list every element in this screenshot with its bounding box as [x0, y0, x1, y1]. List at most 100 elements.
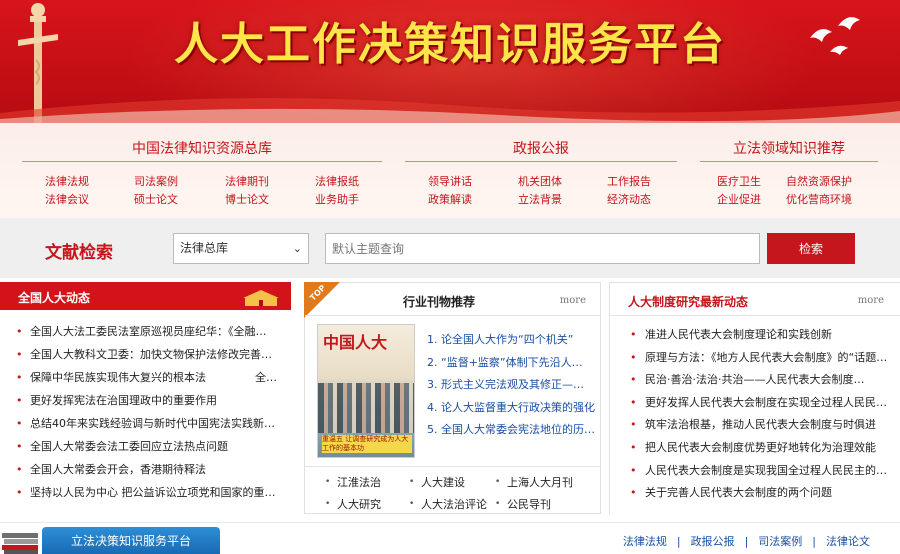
list-item[interactable]: • 全国人大教科文卫委：加快文物保护法修改完善… [0, 343, 291, 366]
journals-more-link[interactable]: more [560, 295, 586, 306]
bullet-icon: • [325, 477, 331, 487]
nav-link-leader-speeches[interactable]: 领导讲话 [428, 173, 472, 189]
journal-article-link[interactable]: 2. “监督+监察”体制下先沿人… [427, 352, 597, 375]
journal-link[interactable]: 公民导刊 [507, 496, 551, 512]
nav-link-master-theses[interactable]: 硕士论文 [134, 191, 178, 207]
bullet-icon: • [16, 486, 23, 499]
magazine-cover[interactable]: 中国人大 重温五 让调查研究成为人大工作的基本功 [317, 324, 415, 458]
nav-heading-recommend[interactable]: 立法领域知识推荐 [700, 138, 878, 158]
list-item[interactable]: • 筑牢法治根基，推动人民代表大会制度与时俱进 [610, 414, 900, 437]
bullet-icon: • [630, 486, 637, 500]
list-item[interactable]: • 全国人大常委会开会，香港期待释法 [0, 458, 291, 481]
journal-link[interactable]: 人大法治评论 [421, 496, 487, 512]
books-icon [2, 533, 38, 554]
separator: | [676, 535, 681, 548]
nav-link-assistant[interactable]: 业务助手 [315, 191, 359, 207]
nav-heading-law-library[interactable]: 中国法律知识资源总库 [22, 138, 382, 158]
footer-link-laws[interactable]: 法律法规 [623, 533, 667, 549]
nav-link-organizations[interactable]: 机关团体 [518, 173, 562, 189]
nav-link-healthcare[interactable]: 医疗卫生 [717, 173, 761, 189]
bullet-icon: • [16, 440, 23, 453]
search-input[interactable] [325, 233, 760, 264]
footer-links: 法律法规 | 政报公报 | 司法案例 | 法律论文 [623, 533, 870, 549]
npc-news-header: 全国人大动态 [0, 282, 291, 310]
nav-link-conferences[interactable]: 法律会议 [45, 191, 89, 207]
list-item[interactable]: • 准进人民代表大会制度理论和实践创新 [610, 324, 900, 347]
nav-link-newspapers[interactable]: 法律报纸 [315, 173, 359, 189]
journal-article-link[interactable]: 1. 论全国人大作为“四个机关” [427, 329, 597, 352]
nav-link-economy[interactable]: 经济动态 [607, 191, 651, 207]
list-item[interactable]: • 关于完善人民代表大会制度的两个问题 [610, 482, 900, 505]
divider [610, 315, 900, 316]
journal-link[interactable]: 人大建设 [421, 474, 465, 490]
nav-link-enterprise[interactable]: 企业促进 [717, 191, 761, 207]
nav-link-legislative-background[interactable]: 立法背景 [518, 191, 562, 207]
bullet-icon: • [16, 463, 23, 476]
journal-link[interactable]: 江淮法治 [337, 474, 381, 490]
journals-title: 行业刊物推荐 [403, 295, 476, 309]
database-select[interactable]: 法律总库 ⌄ [173, 233, 309, 264]
footer-link-gazettes[interactable]: 政报公报 [691, 533, 735, 549]
list-item[interactable]: • 把人民代表大会制度优势更好地转化为治理效能 [610, 437, 900, 460]
bullet-icon: • [16, 394, 23, 407]
journals-panel: TOP 行业刊物推荐 more 中国人大 重温五 让调查研究成为人大工作的基本功… [304, 282, 601, 514]
platform-tab[interactable]: 立法决策知识服务平台 [42, 527, 220, 554]
doves-icon [810, 17, 860, 55]
npc-research-panel: 人大制度研究最新动态 more • 准进人民代表大会制度理论和实践创新 • 原理与方… [609, 282, 900, 514]
list-item[interactable]: • 原理与方法：《地方人民代表大会制度》的“话题… [610, 347, 900, 370]
bullet-icon: • [16, 348, 23, 361]
journal-link[interactable]: 上海人大月刊 [507, 474, 573, 490]
npc-research-title: 人大制度研究最新动态 [628, 295, 749, 309]
bullet-icon: • [630, 395, 637, 409]
footer-link-papers[interactable]: 法律论文 [826, 533, 870, 549]
nav-column-gazettes: 政报公报 领导讲话 机关团体 工作报告 政策解读 立法背景 经济动态 [405, 123, 677, 218]
list-item[interactable]: • 保障中华民族实现伟大复兴的根本法 全… [0, 366, 291, 389]
search-button[interactable]: 检索 [767, 233, 855, 264]
category-nav: 中国法律知识资源总库 法律法规 司法案例 法律期刊 法律报纸 法律会议 硕士论文… [0, 123, 900, 218]
bullet-icon: • [630, 328, 637, 341]
list-item[interactable]: • 坚持以人民为中心 把公益诉讼立项党和国家的重… [0, 481, 291, 504]
footer-bar: 立法决策知识服务平台 法律法规 | 政报公报 | 司法案例 | 法律论文 [0, 522, 900, 554]
journal-article-link[interactable]: 5. 全国人大常委会宪法地位的历… [427, 419, 597, 442]
journal-article-link[interactable]: 4. 论人大监督重大行政决策的强化 [427, 397, 597, 420]
separator: | [812, 535, 816, 548]
list-item[interactable]: • 更好发挥宪法在治国理政中的重要作用 [0, 389, 291, 412]
nav-link-business-environment[interactable]: 优化营商环境 [786, 191, 852, 207]
npc-news-title: 全国人大动态 [18, 291, 91, 305]
bullet-icon: • [630, 350, 637, 364]
list-item[interactable]: • 全国人大常委会法工委回应立法热点问题 [0, 435, 291, 458]
nav-link-doctoral-theses[interactable]: 博士论文 [225, 191, 269, 207]
tiananmen-icon [243, 290, 279, 306]
journal-link[interactable]: 人大研究 [337, 496, 381, 512]
chevron-down-icon: ⌄ [292, 242, 302, 255]
nav-link-work-reports[interactable]: 工作报告 [607, 173, 651, 189]
bullet-icon: • [630, 440, 637, 454]
list-item[interactable]: • 更好发挥人民代表大会制度在实现全过程人民民… [610, 392, 900, 415]
npc-research-more-link[interactable]: more [858, 295, 884, 306]
list-item[interactable]: • 民治·善治·法治·共治——人民代表大会制度… [610, 369, 900, 392]
banner-wave [0, 98, 900, 123]
cover-subtitle: 重温五 让调查研究成为人大工作的基本功 [322, 435, 412, 453]
nav-link-journals[interactable]: 法律期刊 [225, 173, 269, 189]
nav-link-laws[interactable]: 法律法规 [45, 173, 89, 189]
footer-link-cases[interactable]: 司法案例 [758, 533, 802, 549]
bullet-icon: • [409, 477, 415, 487]
bullet-icon: • [409, 499, 415, 509]
list-item[interactable]: • 总结40年来实践经验调与新时代中国宪法实践新… [0, 412, 291, 435]
nav-link-natural-resources[interactable]: 自然资源保护 [786, 173, 852, 189]
divider [700, 161, 878, 162]
search-bar: 文献检索 法律总库 ⌄ 检索 [0, 218, 900, 278]
site-title: 人大工作决策知识服务平台 [174, 19, 726, 70]
list-item[interactable]: • 全国人大法工委民法室原巡视员座纪华：《全融… [0, 320, 291, 343]
divider [305, 315, 600, 316]
nav-link-policy[interactable]: 政策解读 [428, 191, 472, 207]
database-select-value: 法律总库 [180, 241, 229, 255]
separator: | [744, 535, 749, 548]
magazine-cover-title: 中国人大 [323, 333, 388, 352]
list-item[interactable]: • 人民代表大会制度是实现我国全过程人民民主的… [610, 460, 900, 483]
nav-heading-gazettes[interactable]: 政报公报 [405, 138, 677, 158]
nav-link-cases[interactable]: 司法案例 [134, 173, 178, 189]
journal-article-link[interactable]: 3. 形式主义完法观及其修正—… [427, 374, 597, 397]
npc-news-panel: 全国人大动态 • 全国人大法工委民法室原巡视员座纪华：《全融… • 全国人大教科文卫… [0, 282, 291, 514]
bullet-icon: • [630, 463, 637, 477]
